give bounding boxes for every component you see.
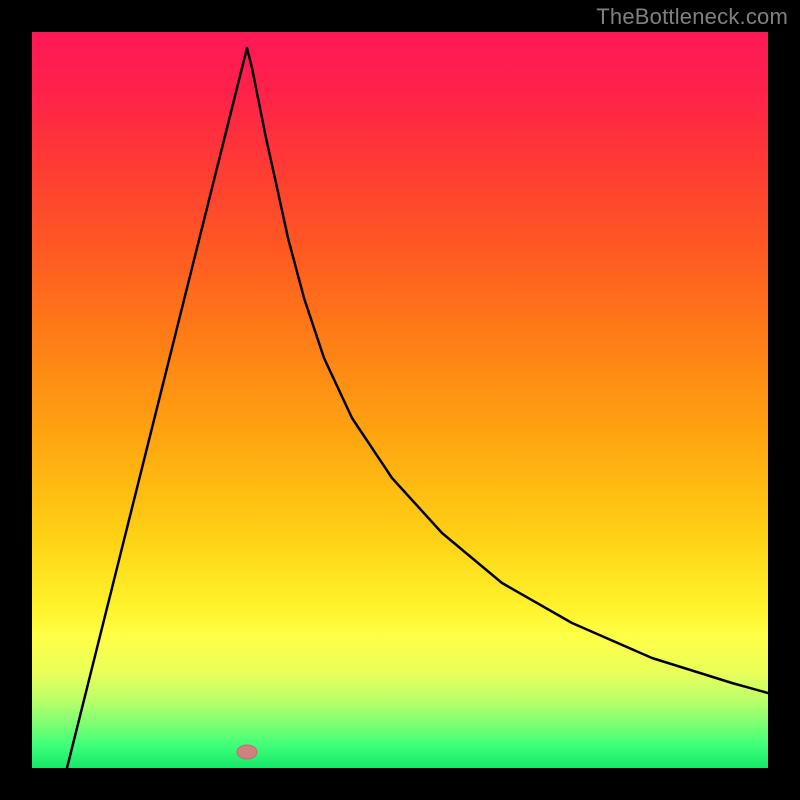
watermark-text: TheBottleneck.com [596, 4, 788, 30]
chart-frame: TheBottleneck.com [0, 0, 800, 800]
minimum-marker [237, 745, 257, 759]
gradient-background [32, 32, 768, 768]
chart-svg [32, 32, 768, 768]
plot-area [32, 32, 768, 768]
